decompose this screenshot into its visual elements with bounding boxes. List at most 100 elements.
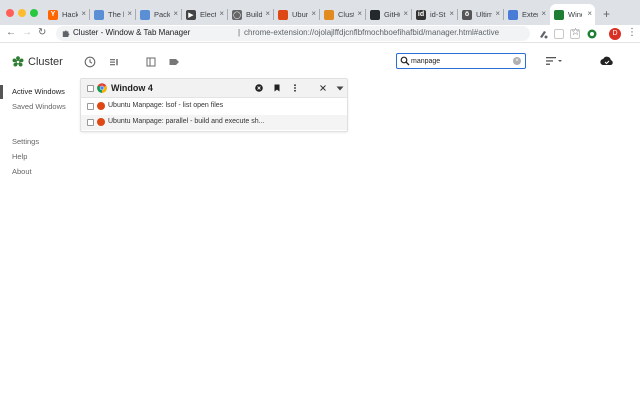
window-select-checkbox[interactable]	[87, 85, 94, 92]
app-header: Cluster ×	[0, 45, 640, 79]
browser-tab[interactable]: Exter ×	[504, 4, 549, 25]
tab-favicon-icon: ö	[462, 9, 472, 20]
page-title-in-omnibox: Cluster - Window & Tab Manager	[73, 28, 191, 37]
search-input[interactable]	[411, 55, 511, 67]
ubuntu-favicon-icon	[97, 118, 105, 126]
ubuntu-favicon-icon	[97, 102, 105, 110]
maximize-window-button[interactable]	[30, 9, 38, 17]
sidebar-item-active-windows[interactable]: Active Windows	[12, 87, 65, 96]
label-tag-icon[interactable]	[168, 56, 180, 68]
window-card: Window 4 Ubuntu Manpage: lsof - list ope…	[80, 78, 348, 132]
reload-icon[interactable]: ↻	[38, 27, 46, 38]
clean-up-icon[interactable]	[108, 56, 120, 68]
tab-row[interactable]: Ubuntu Manpage: lsof - list open files	[81, 99, 347, 114]
cloud-sync-icon[interactable]	[600, 55, 614, 67]
profile-avatar[interactable]: D	[609, 28, 621, 40]
new-tab-button[interactable]: +	[603, 7, 610, 21]
sidebar-item-settings[interactable]: Settings	[12, 137, 39, 146]
browser-tab[interactable]: Packa×	[136, 4, 182, 25]
back-icon[interactable]: ←	[6, 27, 16, 38]
tab-title: Ubun	[292, 10, 308, 19]
tab-favicon-icon	[370, 9, 380, 20]
url-text: chrome-extension://ojolajlffdjcnflbfmoch…	[244, 28, 500, 37]
search-icon	[400, 56, 410, 66]
tab-title: Electr	[200, 10, 216, 19]
more-options-icon[interactable]	[291, 84, 299, 92]
browser-window: YHacke×The l×Packa×▶Electr×◯Buildi×Ubun×…	[0, 0, 640, 372]
tab-title: The l	[108, 10, 124, 19]
tab-title: Ubuntu Manpage: lsof - list open files	[108, 102, 224, 109]
tab-select-checkbox[interactable]	[87, 103, 94, 110]
close-tab-icon[interactable]: ×	[81, 9, 86, 18]
brand-name: Cluster	[28, 56, 63, 68]
browser-tab[interactable]: ◯ Buildi×	[228, 4, 274, 25]
close-tab-icon[interactable]: ×	[403, 9, 408, 18]
tab-title: Wind	[568, 10, 582, 19]
close-window-button[interactable]	[6, 9, 14, 17]
tab-strip: YHacke×The l×Packa×▶Electr×◯Buildi×Ubun×…	[0, 0, 640, 25]
tab-row[interactable]: Ubuntu Manpage: parallel - build and exe…	[81, 115, 347, 130]
history-icon[interactable]	[84, 56, 96, 68]
close-tab-icon[interactable]: ×	[357, 9, 362, 18]
browser-tab[interactable]: ▶ Electr×	[182, 4, 228, 25]
browser-tab[interactable]: Wind ×	[550, 4, 595, 25]
extension-icon[interactable]	[554, 29, 564, 39]
tab-title: Ultim	[476, 10, 492, 19]
sidebar-item-about[interactable]: About	[12, 167, 32, 176]
omnibox-divider: |	[238, 28, 241, 37]
close-window-icon[interactable]	[319, 84, 327, 92]
window-title: Window 4	[111, 83, 153, 93]
browser-tab[interactable]: The l ×	[90, 4, 136, 25]
page-background	[0, 372, 640, 400]
extension-icon[interactable]	[538, 29, 548, 39]
browser-toolbar: ← → ↻ Cluster - Window & Tab Manager | c…	[0, 25, 640, 43]
close-tab-icon[interactable]: ×	[265, 9, 270, 18]
tab-title: Hacke	[62, 10, 78, 19]
tab-favicon-icon	[554, 9, 564, 20]
save-window-bookmark-icon[interactable]	[273, 84, 281, 92]
close-duplicates-icon[interactable]	[255, 84, 263, 92]
collapse-chevron-icon[interactable]	[336, 84, 344, 92]
tab-title: Clust	[338, 10, 354, 19]
tab-favicon-icon: id	[416, 9, 426, 20]
address-bar[interactable]: Cluster - Window & Tab Manager | chrome-…	[56, 26, 580, 41]
tab-title: GitHu	[384, 10, 400, 19]
close-tab-icon[interactable]: ×	[311, 9, 316, 18]
tab-title: Exter	[522, 10, 538, 19]
tab-favicon-icon: ◯	[232, 9, 242, 20]
browser-tab[interactable]: GitHu×	[366, 4, 412, 25]
close-tab-icon[interactable]: ×	[541, 9, 546, 18]
browser-menu-icon[interactable]: ⋮	[627, 27, 637, 38]
window-card-header: Window 4	[81, 79, 347, 98]
chrome-icon	[97, 83, 107, 93]
extension-icon[interactable]	[570, 29, 580, 39]
browser-tab[interactable]: Y Hacke×	[44, 4, 90, 25]
tab-title: id-St	[430, 10, 446, 19]
close-tab-icon[interactable]: ×	[587, 9, 592, 18]
tab-select-checkbox[interactable]	[87, 119, 94, 126]
browser-tab[interactable]: id id-St ×	[412, 4, 458, 25]
minimize-window-button[interactable]	[18, 9, 26, 17]
close-tab-icon[interactable]: ×	[127, 9, 132, 18]
search-box[interactable]: ×	[396, 53, 526, 69]
tab-favicon-icon	[508, 9, 518, 20]
tab-favicon-icon	[324, 9, 334, 20]
sidebar-item-saved-windows[interactable]: Saved Windows	[12, 102, 66, 111]
tab-favicon-icon: ▶	[186, 9, 196, 20]
browser-tab[interactable]: ö Ultim ×	[458, 4, 504, 25]
close-tab-icon[interactable]: ×	[219, 9, 224, 18]
cluster-logo-icon	[12, 56, 24, 67]
tab-title: Packa	[154, 10, 170, 19]
browser-tab[interactable]: Ubun ×	[274, 4, 320, 25]
split-view-icon[interactable]	[145, 56, 157, 68]
tab-title: Ubuntu Manpage: parallel - build and exe…	[108, 118, 265, 125]
close-tab-icon[interactable]: ×	[449, 9, 454, 18]
clear-search-icon[interactable]: ×	[513, 57, 521, 65]
forward-icon[interactable]: →	[22, 27, 32, 38]
sidebar-item-help[interactable]: Help	[12, 152, 27, 161]
cluster-extension-icon[interactable]	[587, 29, 597, 39]
close-tab-icon[interactable]: ×	[173, 9, 178, 18]
close-tab-icon[interactable]: ×	[495, 9, 500, 18]
browser-tab[interactable]: Clust ×	[320, 4, 366, 25]
sort-icon[interactable]	[546, 56, 562, 66]
